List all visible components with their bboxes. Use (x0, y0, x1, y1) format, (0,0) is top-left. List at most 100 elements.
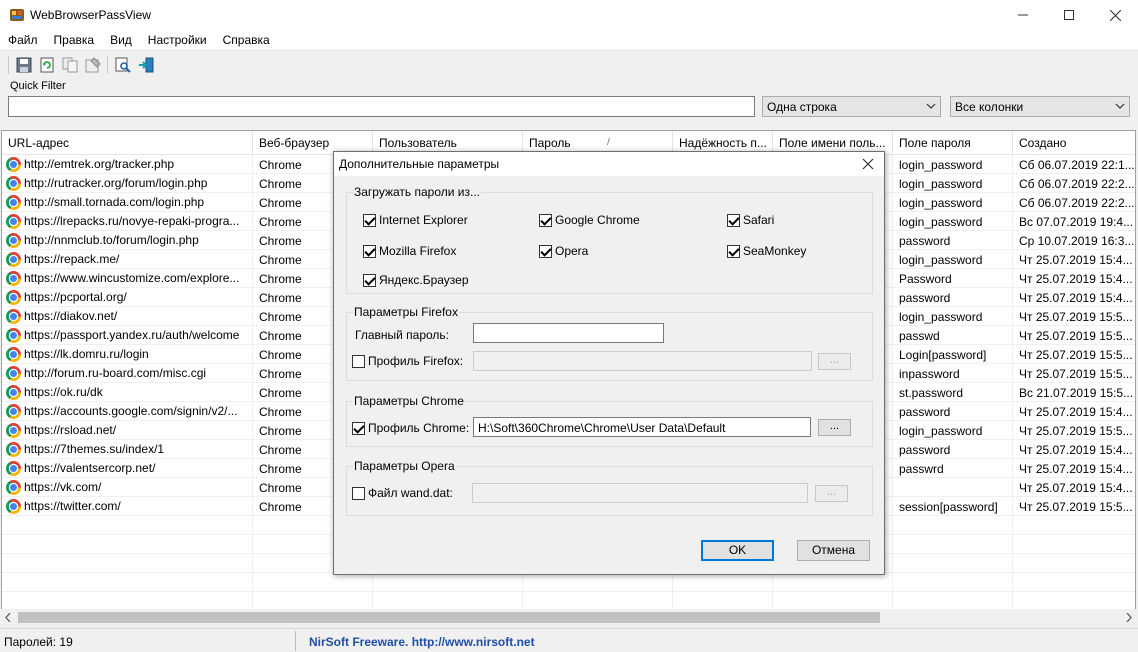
menu-file[interactable]: Файл (0, 30, 46, 50)
close-button[interactable] (1092, 0, 1138, 30)
filter-mode-select[interactable]: Одна строка (762, 96, 941, 117)
chrome-profile-browse-button[interactable]: ... (818, 419, 851, 436)
checkbox-label: Яндекс.Браузер (379, 273, 469, 287)
checkbox-yandex-browser[interactable]: Яндекс.Браузер (363, 273, 469, 287)
cell-url-text: https://ok.ru/dk (24, 385, 103, 399)
horizontal-scrollbar[interactable] (1, 609, 1136, 626)
exit-icon (138, 57, 153, 73)
checkbox-google-chrome[interactable]: Google Chrome (539, 213, 640, 227)
toolbar-separator (8, 56, 9, 74)
minimize-button[interactable] (1000, 0, 1046, 30)
checkbox-firefox-profile[interactable]: Профиль Firefox: (352, 354, 463, 368)
exit-button[interactable] (134, 54, 157, 76)
checkbox-mozilla-firefox[interactable]: Mozilla Firefox (363, 244, 456, 258)
cell-password-field: password (893, 288, 1013, 307)
empty-cell (1013, 573, 1135, 592)
chrome-options-group: Параметры Chrome Профиль Chrome: H:\Soft… (346, 394, 873, 447)
maximize-button[interactable] (1046, 0, 1092, 30)
chrome-icon (6, 365, 21, 381)
checkbox-label: Internet Explorer (379, 213, 468, 227)
app-window: WebBrowserPassView Файл Правка Вид Настр… (0, 0, 1138, 652)
close-icon (1109, 9, 1121, 21)
cell-created: Ср 10.07.2019 16:3... (1013, 231, 1135, 250)
checkbox-internet-explorer[interactable]: Internet Explorer (363, 213, 468, 227)
cell-created: Чт 25.07.2019 15:5... (1013, 307, 1135, 326)
chrome-icon (6, 327, 21, 343)
dialog-title: Дополнительные параметры (339, 157, 500, 171)
cell-password-field (893, 478, 1013, 497)
cell-password-field: st.password (893, 383, 1013, 402)
checkbox-chrome-profile[interactable]: Профиль Chrome: (352, 421, 469, 435)
ok-button[interactable]: OK (701, 540, 774, 561)
checkbox-box (363, 244, 376, 258)
toolbar-separator (107, 56, 108, 74)
cell-password-field: login_password (893, 155, 1013, 174)
column-url[interactable]: URL-адрес (2, 131, 253, 155)
cell-created: Чт 25.07.2019 15:4... (1013, 402, 1135, 421)
cell-url: http://emtrek.org/tracker.php (2, 155, 253, 174)
status-credit-link[interactable]: NirSoft Freeware. http://www.nirsoft.net (309, 635, 535, 649)
cell-url-text: https://rsload.net/ (24, 423, 117, 437)
save-button[interactable] (12, 54, 35, 76)
menu-help[interactable]: Справка (215, 30, 278, 50)
properties-button[interactable] (81, 54, 104, 76)
master-password-input[interactable] (473, 323, 664, 343)
app-icon (10, 9, 24, 21)
dialog-close-icon[interactable] (860, 156, 876, 172)
scroll-left-icon[interactable] (5, 613, 11, 622)
cell-password-field: password (893, 440, 1013, 459)
firefox-profile-input[interactable] (473, 351, 812, 371)
cell-created: Сб 06.07.2019 22:2... (1013, 174, 1135, 193)
firefox-profile-browse-button[interactable]: ... (818, 353, 851, 370)
checkbox-label: SeaMonkey (743, 244, 807, 258)
checkbox-label: Профиль Firefox: (368, 354, 464, 368)
cell-url: https://repack.me/ (2, 250, 253, 269)
window-title: WebBrowserPassView (30, 8, 151, 22)
cell-password-field: password (893, 402, 1013, 421)
empty-cell (2, 554, 253, 573)
checkbox-seamonkey[interactable]: SeaMonkey (727, 244, 806, 258)
cell-url-text: https://lrepacks.ru/novye-repaki-progra.… (24, 214, 240, 228)
menu-options[interactable]: Настройки (140, 30, 215, 50)
column-password-field[interactable]: Поле пароля (893, 131, 1013, 155)
cell-password-field: Password (893, 269, 1013, 288)
copy-button[interactable] (58, 54, 81, 76)
empty-cell (2, 535, 253, 554)
empty-cell (253, 573, 373, 592)
cell-password-field: session[password] (893, 497, 1013, 516)
empty-cell (1013, 554, 1135, 573)
find-button[interactable] (111, 54, 134, 76)
checkbox-box (352, 421, 365, 435)
scrollbar-thumb[interactable] (18, 612, 880, 623)
refresh-icon (40, 57, 53, 73)
cell-created: Чт 25.07.2019 15:5... (1013, 345, 1135, 364)
load-group-label: Загружать пароли из... (353, 185, 481, 199)
chrome-icon (6, 270, 21, 286)
checkbox-wand-dat[interactable]: Файл wand.dat: (352, 486, 453, 500)
cell-created: Чт 25.07.2019 15:5... (1013, 421, 1135, 440)
cell-url-text: https://passport.yandex.ru/auth/welcome (24, 328, 240, 342)
empty-cell (1013, 516, 1135, 535)
quick-filter-input[interactable] (8, 96, 755, 117)
cell-created: Чт 25.07.2019 15:5... (1013, 364, 1135, 383)
scroll-right-icon[interactable] (1126, 613, 1132, 622)
checkbox-safari[interactable]: Safari (727, 213, 774, 227)
column-created[interactable]: Создано (1013, 131, 1135, 155)
wand-dat-browse-button[interactable]: ... (815, 485, 848, 502)
refresh-button[interactable] (35, 54, 58, 76)
checkbox-opera[interactable]: Opera (539, 244, 588, 258)
checkbox-label: Opera (555, 244, 589, 258)
wand-dat-input[interactable] (472, 483, 808, 503)
empty-cell (2, 573, 253, 592)
chrome-profile-input[interactable]: H:\Soft\360Chrome\Chrome\User Data\Defau… (473, 417, 811, 437)
chevron-down-icon (1115, 103, 1125, 109)
filter-columns-select[interactable]: Все колонки (950, 96, 1130, 117)
checkbox-box (363, 273, 376, 287)
menu-view[interactable]: Вид (102, 30, 140, 50)
empty-cell (373, 573, 523, 592)
cell-url: https://twitter.com/ (2, 497, 253, 516)
menu-edit[interactable]: Правка (46, 30, 103, 50)
cell-url: https://accounts.google.com/signin/v2/..… (2, 402, 253, 421)
checkbox-box (539, 244, 552, 258)
cancel-button[interactable]: Отмена (797, 540, 870, 561)
